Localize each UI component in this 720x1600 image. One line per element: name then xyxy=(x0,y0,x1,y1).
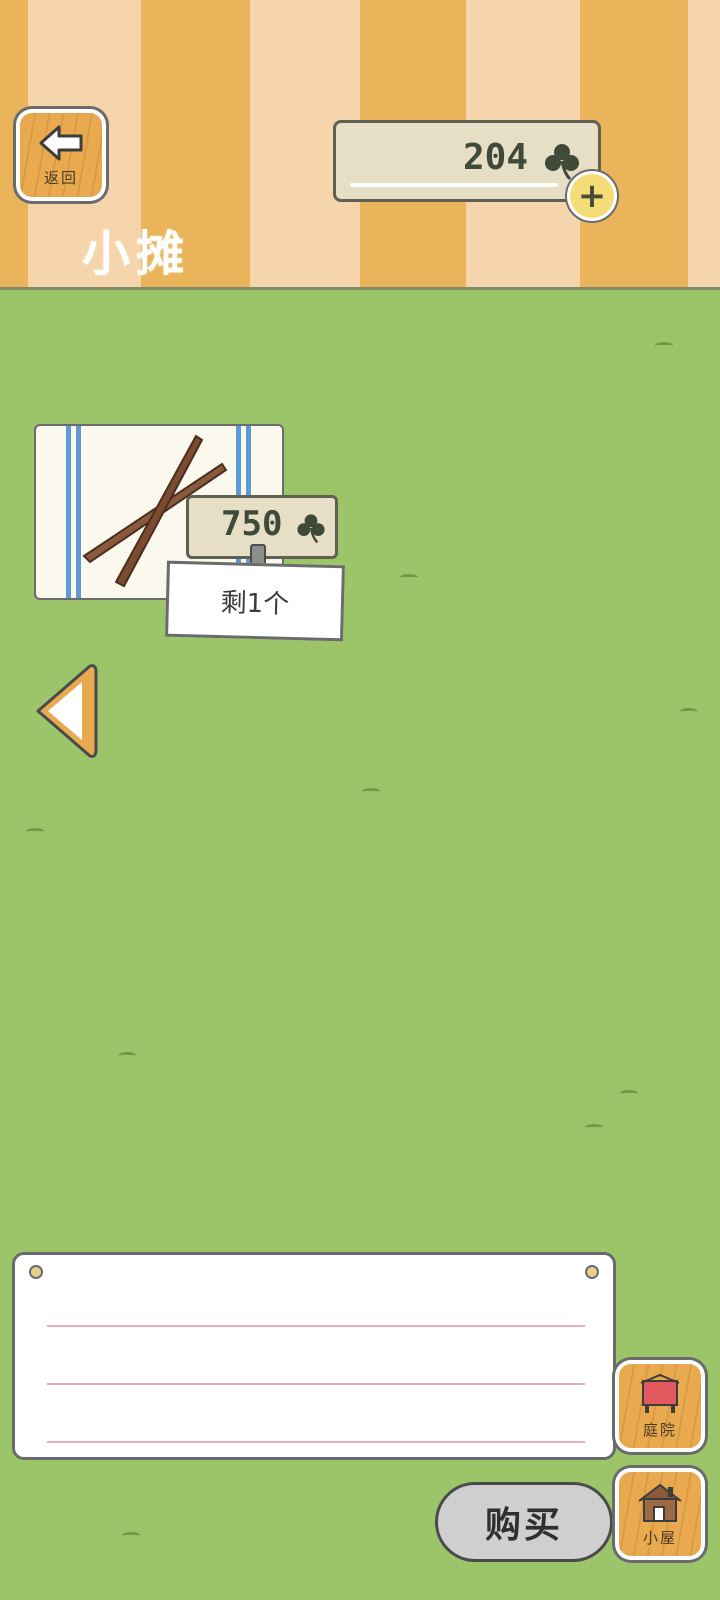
buy-button[interactable]: 购买 xyxy=(435,1482,613,1562)
clover-icon xyxy=(297,514,325,544)
yard-button[interactable]: 庭院 xyxy=(619,1364,701,1448)
item-price: 750 xyxy=(221,504,283,544)
grass-tuft xyxy=(585,1124,603,1131)
stock-label: 剩1个 xyxy=(165,560,345,642)
page-title: 小摊 xyxy=(82,226,191,282)
back-button[interactable]: 返回 xyxy=(20,113,102,197)
clover-icon xyxy=(545,144,579,181)
plus-icon: + xyxy=(577,176,607,216)
add-currency-button[interactable]: + xyxy=(570,174,614,218)
grass-tuft xyxy=(362,788,380,795)
panel-hole xyxy=(585,1265,599,1279)
triangle-left-icon[interactable] xyxy=(34,662,98,760)
yard-icon xyxy=(640,1373,680,1413)
house-button[interactable]: 小屋 xyxy=(619,1472,701,1556)
yard-button-label: 庭院 xyxy=(642,1420,677,1439)
arrow-left-icon xyxy=(39,125,83,160)
grass-tuft xyxy=(26,828,44,835)
grass-tuft xyxy=(400,574,418,581)
grass-tuft xyxy=(118,1052,136,1059)
house-icon xyxy=(638,1483,682,1522)
currency-underline xyxy=(350,183,558,187)
back-button-label: 返回 xyxy=(43,168,78,187)
grass-tuft xyxy=(122,1532,140,1539)
panel-hole xyxy=(29,1265,43,1279)
note-rule xyxy=(47,1383,585,1385)
house-button-label: 小屋 xyxy=(642,1528,677,1547)
item-description-panel xyxy=(12,1252,616,1460)
grass-tuft xyxy=(680,708,698,715)
grass-tuft xyxy=(655,342,673,349)
note-rule xyxy=(47,1441,585,1443)
currency-value: 204 xyxy=(462,137,528,178)
note-rule xyxy=(47,1325,585,1327)
grass-tuft xyxy=(620,1090,638,1097)
currency-display: 204 xyxy=(333,120,601,202)
